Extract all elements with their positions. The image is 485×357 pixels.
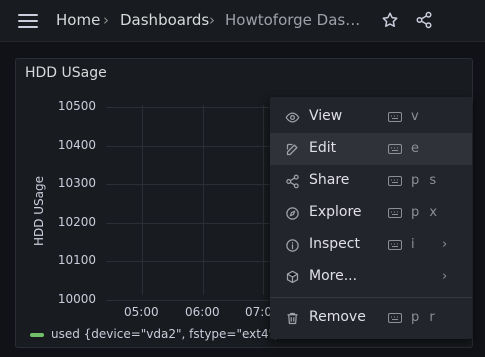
menu-item-inspect[interactable]: Inspect i › bbox=[270, 229, 472, 261]
menu-item-remove[interactable]: Remove p r bbox=[270, 302, 472, 334]
menu-label: Share bbox=[309, 172, 350, 188]
panel-context-menu: View v Edit e Share p s Explore p x Insp… bbox=[270, 97, 472, 339]
menu-label: View bbox=[309, 108, 343, 124]
chevron-right-icon: › bbox=[209, 11, 215, 29]
keyboard-icon bbox=[388, 112, 402, 122]
top-navbar: Home › Dashboards › Howtoforge Dashboard bbox=[0, 0, 485, 42]
menu-item-view[interactable]: View v bbox=[270, 101, 472, 133]
menu-icon[interactable] bbox=[18, 14, 38, 28]
menu-label: Inspect bbox=[309, 236, 360, 252]
gridline bbox=[142, 105, 143, 295]
y-tick-label: 10100 bbox=[57, 253, 96, 267]
menu-item-edit[interactable]: Edit e bbox=[270, 133, 472, 165]
y-tick-label: 10400 bbox=[57, 137, 96, 152]
compass-icon bbox=[286, 207, 299, 220]
menu-item-share[interactable]: Share p s bbox=[270, 165, 472, 197]
menu-shortcut: i bbox=[411, 237, 418, 252]
legend-label: used {device="vda2", fstype="ext4", h bbox=[51, 327, 290, 341]
keyboard-icon bbox=[388, 208, 402, 218]
menu-shortcut: p x bbox=[411, 205, 441, 220]
menu-divider bbox=[270, 297, 472, 298]
y-tick-label: 10300 bbox=[57, 176, 96, 190]
menu-shortcut: v bbox=[411, 109, 422, 124]
menu-shortcut: e bbox=[411, 141, 422, 156]
x-tick-label: 05:00 bbox=[124, 305, 159, 319]
gridline bbox=[263, 105, 264, 295]
keyboard-icon bbox=[388, 313, 402, 323]
share-icon[interactable] bbox=[415, 11, 433, 29]
menu-item-explore[interactable]: Explore p x bbox=[270, 197, 472, 229]
breadcrumb-dashboards[interactable]: Dashboards bbox=[120, 11, 209, 29]
breadcrumb-current: Howtoforge Dashboard bbox=[225, 11, 365, 29]
menu-label: Explore bbox=[309, 204, 362, 220]
y-tick-label: 10500 bbox=[57, 99, 96, 113]
menu-label: Remove bbox=[309, 309, 366, 325]
y-axis-label: HDD USage bbox=[32, 175, 46, 247]
legend-swatch bbox=[30, 332, 44, 337]
menu-shortcut: p s bbox=[411, 173, 440, 188]
x-tick-label: 06:00 bbox=[185, 305, 220, 319]
edit-icon bbox=[286, 143, 298, 156]
y-tick-label: 10200 bbox=[57, 214, 96, 229]
chevron-right-icon: › bbox=[442, 237, 448, 252]
menu-label: Edit bbox=[309, 140, 337, 156]
keyboard-icon bbox=[388, 240, 402, 250]
x-tick-label: 07:0 bbox=[245, 305, 272, 319]
breadcrumb-home[interactable]: Home bbox=[56, 11, 100, 29]
chevron-right-icon: › bbox=[442, 269, 448, 284]
cube-icon bbox=[286, 270, 299, 284]
eye-icon bbox=[285, 112, 300, 123]
share-icon bbox=[286, 174, 299, 189]
menu-shortcut: p r bbox=[411, 310, 438, 325]
keyboard-icon bbox=[388, 144, 402, 154]
gridline bbox=[203, 105, 204, 295]
y-tick-label: 10000 bbox=[57, 291, 96, 306]
star-icon[interactable] bbox=[381, 11, 399, 29]
menu-item-more[interactable]: More... › bbox=[270, 261, 472, 293]
menu-label: More... bbox=[309, 268, 358, 284]
chevron-right-icon: › bbox=[103, 11, 109, 29]
panel-title[interactable]: HDD USage bbox=[25, 65, 107, 81]
info-icon bbox=[286, 239, 299, 252]
trash-icon bbox=[287, 312, 298, 325]
keyboard-icon bbox=[388, 176, 402, 186]
